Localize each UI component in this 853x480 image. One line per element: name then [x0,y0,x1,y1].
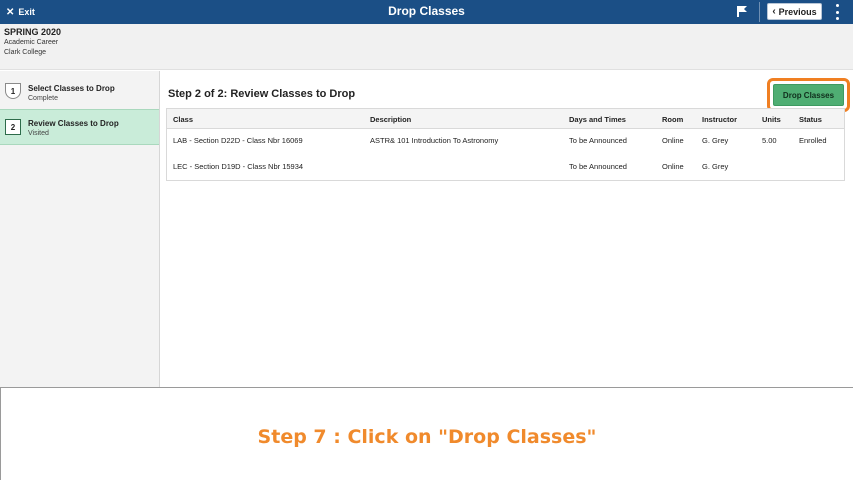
step-label: Select Classes to Drop [28,84,115,93]
instruction-caption: Step 7 : Click on "Drop Classes" [257,426,597,448]
instruction-panel: Step 7 : Click on "Drop Classes" [0,387,853,480]
class-cell: LAB - Section D22D - Class Nbr 16069 [173,136,303,145]
drop-classes-button[interactable]: Drop Classes [773,84,844,106]
column-header-room[interactable]: Room [662,115,683,124]
column-header-instructor[interactable]: Instructor [702,115,737,124]
column-header-status[interactable]: Status [799,115,822,124]
column-header-units[interactable]: Units [762,115,781,124]
divider [759,2,760,22]
room-cell: Online [662,136,684,145]
column-header-class[interactable]: Class [173,115,193,124]
table-row: LAB - Section D22D - Class Nbr 16069 AST… [167,130,844,155]
step-sidebar: 1 Select Classes to Drop Complete 2 Revi… [0,71,160,388]
class-number: Class Nbr 15934 [247,162,304,171]
days-times-cell: To be Announced [569,162,627,171]
class-cell: LEC - Section D19D - Class Nbr 15934 [173,162,303,171]
room-cell: Online [662,162,684,171]
instructor-cell: G. Grey [702,136,729,145]
highlight-outline: Drop Classes [767,78,850,112]
page-banner-title: Drop Classes [388,4,465,18]
sidebar-step-review-classes[interactable]: 2 Review Classes to Drop Visited [0,109,159,145]
flag-icon[interactable] [735,4,749,18]
status-cell: Enrolled [799,136,827,145]
sidebar-step-select-classes[interactable]: 1 Select Classes to Drop Complete [0,75,159,111]
class-section: LEC - Section D19D - [173,162,248,171]
days-times-cell: To be Announced [569,136,627,145]
more-options-icon[interactable] [834,4,840,20]
instructor-cell: G. Grey [702,162,729,171]
chevron-left-icon: ‹ [772,6,776,17]
main-content: Step 2 of 2: Review Classes to Drop Drop… [160,71,853,388]
academic-career: Academic Career [4,39,59,46]
step-status: Visited [28,130,49,137]
term-name: SPRING 2020 [4,27,62,37]
institution-name: Clark College [4,49,47,56]
description-cell: ASTR& 101 Introduction To Astronomy [370,136,499,145]
class-number: Class Nbr 16069 [246,136,303,145]
step-number-badge: 1 [5,83,21,99]
previous-label: Previous [778,6,817,17]
top-banner: ✕ Exit Drop Classes ‹ Previous [0,0,853,24]
units-cell: 5.00 [762,136,777,145]
table-header: Class Description Days and Times Room In… [167,109,844,129]
column-header-description[interactable]: Description [370,115,411,124]
page-title: Step 2 of 2: Review Classes to Drop [168,88,356,100]
class-section: LAB - Section D22D - [173,136,247,145]
classes-table: Class Description Days and Times Room In… [166,108,845,181]
step-status: Complete [28,95,58,102]
previous-button[interactable]: ‹ Previous [767,3,822,20]
column-header-days-times[interactable]: Days and Times [569,115,626,124]
table-row: LEC - Section D19D - Class Nbr 15934 To … [167,156,844,181]
step-label: Review Classes to Drop [28,119,119,128]
term-header: SPRING 2020 Academic Career Clark Colleg… [0,24,853,70]
step-number-badge: 2 [5,119,21,135]
